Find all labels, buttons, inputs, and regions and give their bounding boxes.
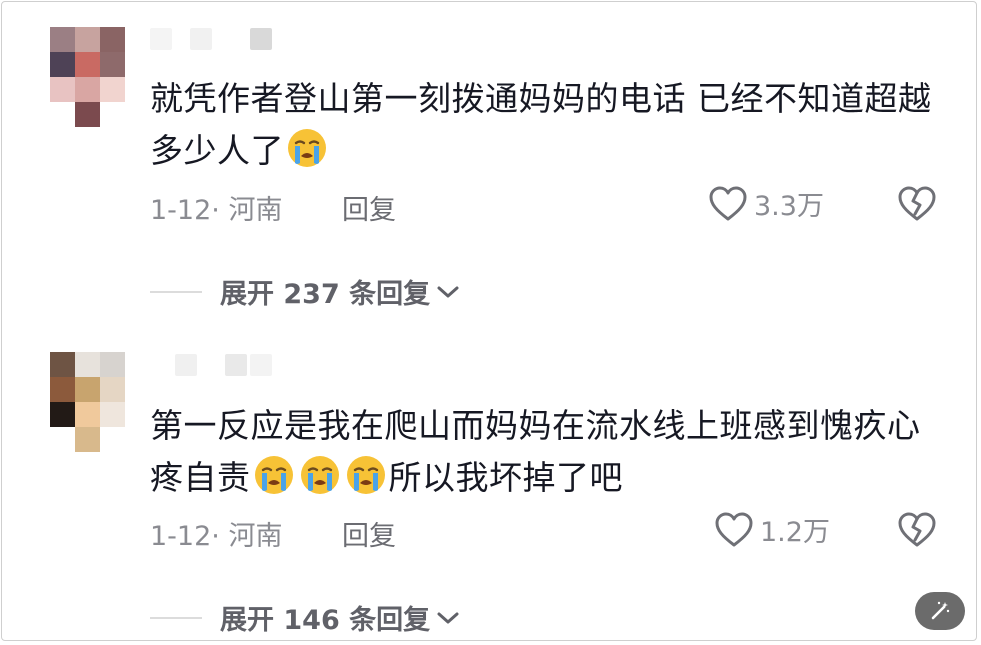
avatar[interactable] — [50, 27, 125, 127]
reply-button[interactable]: 回复 — [342, 188, 396, 227]
like-count: 1.2万 — [760, 517, 830, 548]
broken-heart-icon — [898, 512, 936, 547]
expand-replies-label: 展开 237 条回复 — [220, 279, 431, 310]
reply-button[interactable]: 回复 — [342, 514, 396, 553]
like-button[interactable]: 1.2万 — [714, 510, 830, 549]
meta-separator: · — [211, 521, 220, 552]
like-count: 3.3万 — [754, 191, 824, 222]
comment-text: 就凭作者登山第一刻拨通妈妈的电话 已经不知道超越多少人了 — [150, 73, 940, 177]
chevron-down-icon — [437, 286, 459, 297]
chevron-down-icon — [437, 612, 459, 623]
expand-replies-button[interactable]: 展开 146 条回复 — [150, 598, 460, 637]
avatar[interactable] — [50, 352, 125, 452]
divider-line — [150, 616, 202, 619]
magic-wand-icon — [931, 601, 950, 620]
comment-text-part: 所以我坏掉了吧 — [388, 458, 623, 497]
heart-outline-icon — [715, 512, 753, 546]
like-button[interactable]: 3.3万 — [708, 184, 824, 223]
comment-location: 河南 — [228, 521, 283, 552]
comment-meta: 1-12· 河南 — [150, 514, 282, 553]
emoji-group — [284, 129, 330, 170]
divider-line — [150, 290, 202, 293]
comment-text: 第一反应是我在爬山而妈妈在流水线上班感到愧疚心疼自责 所以我坏掉了吧 — [150, 400, 940, 504]
dislike-button[interactable] — [897, 185, 937, 225]
loudly-crying-face-icon — [346, 456, 385, 494]
comment-meta: 1-12· 河南 — [150, 188, 282, 227]
comment-date: 1-12 — [150, 195, 212, 226]
expand-replies-label: 展开 146 条回复 — [220, 605, 431, 636]
meta-separator: · — [211, 195, 220, 226]
loudly-crying-face-icon — [254, 456, 293, 494]
heart-outline-icon — [709, 186, 747, 220]
comment-location: 河南 — [228, 195, 283, 226]
loudly-crying-face-icon — [300, 456, 339, 494]
comment-date: 1-12 — [150, 521, 212, 552]
emoji-group — [251, 456, 389, 497]
floating-action-button[interactable] — [915, 592, 965, 630]
dislike-button[interactable] — [897, 511, 937, 551]
comment-text-part: 就凭作者登山第一刻拨通妈妈的电话 已经不知道超越多少人了 — [150, 79, 932, 170]
expand-replies-button[interactable]: 展开 237 条回复 — [150, 272, 460, 311]
broken-heart-icon — [898, 186, 936, 221]
loudly-crying-face-icon — [288, 129, 326, 167]
